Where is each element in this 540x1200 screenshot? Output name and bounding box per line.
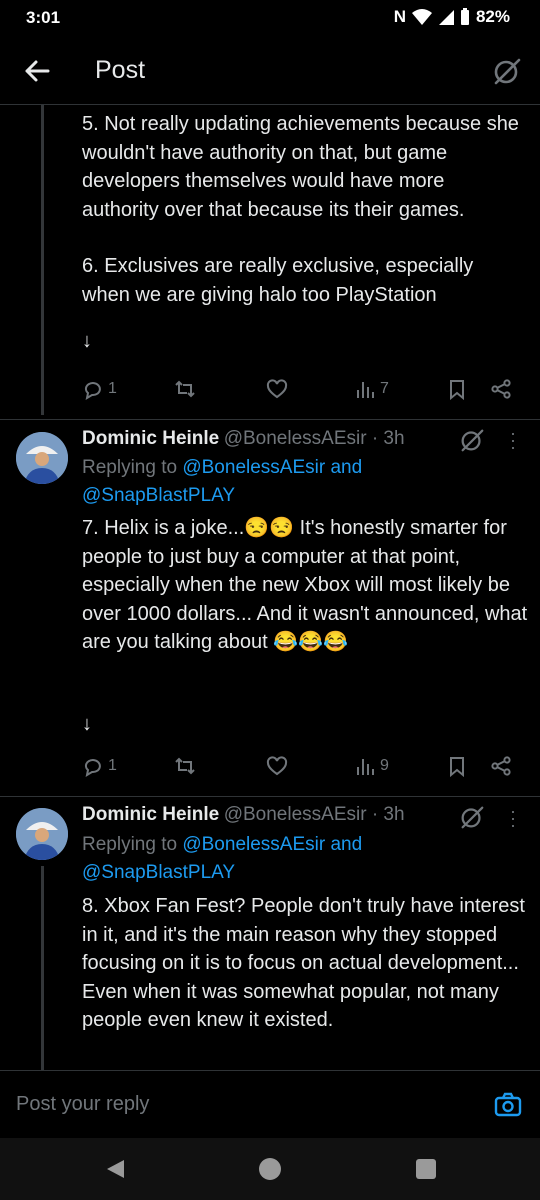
post-actions: 1 9: [82, 755, 522, 783]
share-icon: [491, 756, 511, 776]
nav-recents-icon[interactable]: [416, 1159, 436, 1179]
divider: [0, 419, 540, 420]
post-text: 8. Xbox Fan Fest? People don't truly hav…: [82, 895, 531, 1032]
post-text: 5. Not really updating achievements beca…: [82, 113, 525, 221]
more-options-icon[interactable]: · · ·: [510, 802, 516, 834]
post-actions: 1 7: [82, 378, 522, 406]
nfc-icon: N: [393, 7, 406, 26]
reply-icon: [84, 759, 101, 777]
mention-link[interactable]: @BonelessAEsir: [182, 457, 325, 478]
avatar-image: [16, 432, 68, 484]
author-handle[interactable]: @BonelessAEsir · 3h: [224, 804, 405, 825]
divider: [0, 796, 540, 797]
repost-icon: [175, 757, 195, 775]
battery-percent: 82%: [475, 7, 510, 26]
mention-link[interactable]: @SnapBlastPLAY: [82, 862, 235, 883]
reply-composer: Post your reply: [0, 1070, 540, 1139]
nav-home-icon[interactable]: [258, 1157, 282, 1181]
grok-icon[interactable]: [458, 803, 486, 831]
reply-icon: [84, 382, 101, 400]
like-button[interactable]: [266, 755, 288, 777]
status-icons: N 82%: [394, 7, 510, 27]
bookmark-icon: [450, 757, 464, 777]
mention-link[interactable]: @BonelessAEsir: [182, 834, 325, 855]
page-title: Post: [95, 56, 146, 84]
replying-to: Replying to @BonelessAEsir and @SnapBlast…: [82, 834, 363, 883]
signal-icon: [438, 10, 454, 25]
mention-link[interactable]: @SnapBlastPLAY: [82, 485, 235, 506]
thread-line: [41, 105, 44, 415]
grok-icon[interactable]: [492, 56, 522, 86]
thread-line: [41, 866, 44, 1070]
system-nav-bar: [0, 1138, 540, 1200]
show-more-arrow[interactable]: ↓: [82, 330, 522, 353]
avatar[interactable]: [16, 808, 68, 860]
reply-count: 1: [108, 757, 117, 774]
status-bar: 3:01 N 82%: [0, 0, 540, 36]
like-button[interactable]: [266, 378, 288, 400]
author-handle[interactable]: @BonelessAEsir · 3h: [224, 428, 405, 449]
repost-button[interactable]: [174, 755, 196, 777]
share-icon: [491, 379, 511, 399]
post-text: 7. Helix is a joke...😒😒 It's honestly sm…: [82, 517, 533, 654]
repost-button[interactable]: [174, 378, 196, 400]
more-options-icon[interactable]: · · ·: [510, 424, 516, 456]
views-count: 9: [380, 757, 389, 774]
heart-icon: [266, 379, 288, 399]
views-button[interactable]: 7: [354, 378, 389, 400]
reply-button[interactable]: 1: [82, 378, 117, 400]
post-1: 5. Not really updating achievements beca…: [82, 110, 522, 353]
camera-icon[interactable]: [494, 1091, 522, 1119]
heart-icon: [266, 756, 288, 776]
author-name[interactable]: Dominic Heinle: [82, 428, 219, 449]
nav-back-icon[interactable]: [104, 1158, 126, 1180]
top-app-bar: Post: [0, 36, 540, 105]
author-name[interactable]: Dominic Heinle: [82, 804, 219, 825]
replying-to: Replying to @BonelessAEsir and @SnapBlast…: [82, 457, 363, 506]
avatar[interactable]: [16, 432, 68, 484]
bookmark-icon: [450, 380, 464, 400]
status-time: 3:01: [26, 8, 61, 27]
views-icon: [357, 759, 374, 775]
views-button[interactable]: 9: [354, 755, 389, 777]
show-more-arrow[interactable]: ↓: [82, 713, 92, 736]
views-count: 7: [380, 380, 389, 397]
share-button[interactable]: [490, 378, 512, 400]
grok-icon[interactable]: [458, 426, 486, 454]
avatar-image: [16, 808, 68, 860]
back-arrow-icon[interactable]: [20, 54, 54, 88]
post-text: 6. Exclusives are really exclusive, espe…: [82, 255, 479, 306]
reply-input[interactable]: Post your reply: [16, 1093, 149, 1116]
reply-button[interactable]: 1: [82, 755, 117, 777]
views-icon: [357, 382, 374, 398]
bookmark-button[interactable]: [446, 755, 468, 777]
post-2-header: Dominic Heinle @BonelessAEsir · 3h: [82, 428, 482, 450]
bookmark-button[interactable]: [446, 378, 468, 400]
share-button[interactable]: [490, 755, 512, 777]
post-3-header: Dominic Heinle @BonelessAEsir · 3h: [82, 804, 482, 826]
repost-icon: [175, 380, 195, 398]
wifi-icon: [411, 9, 432, 25]
battery-icon: [460, 8, 469, 25]
reply-count: 1: [108, 380, 117, 397]
